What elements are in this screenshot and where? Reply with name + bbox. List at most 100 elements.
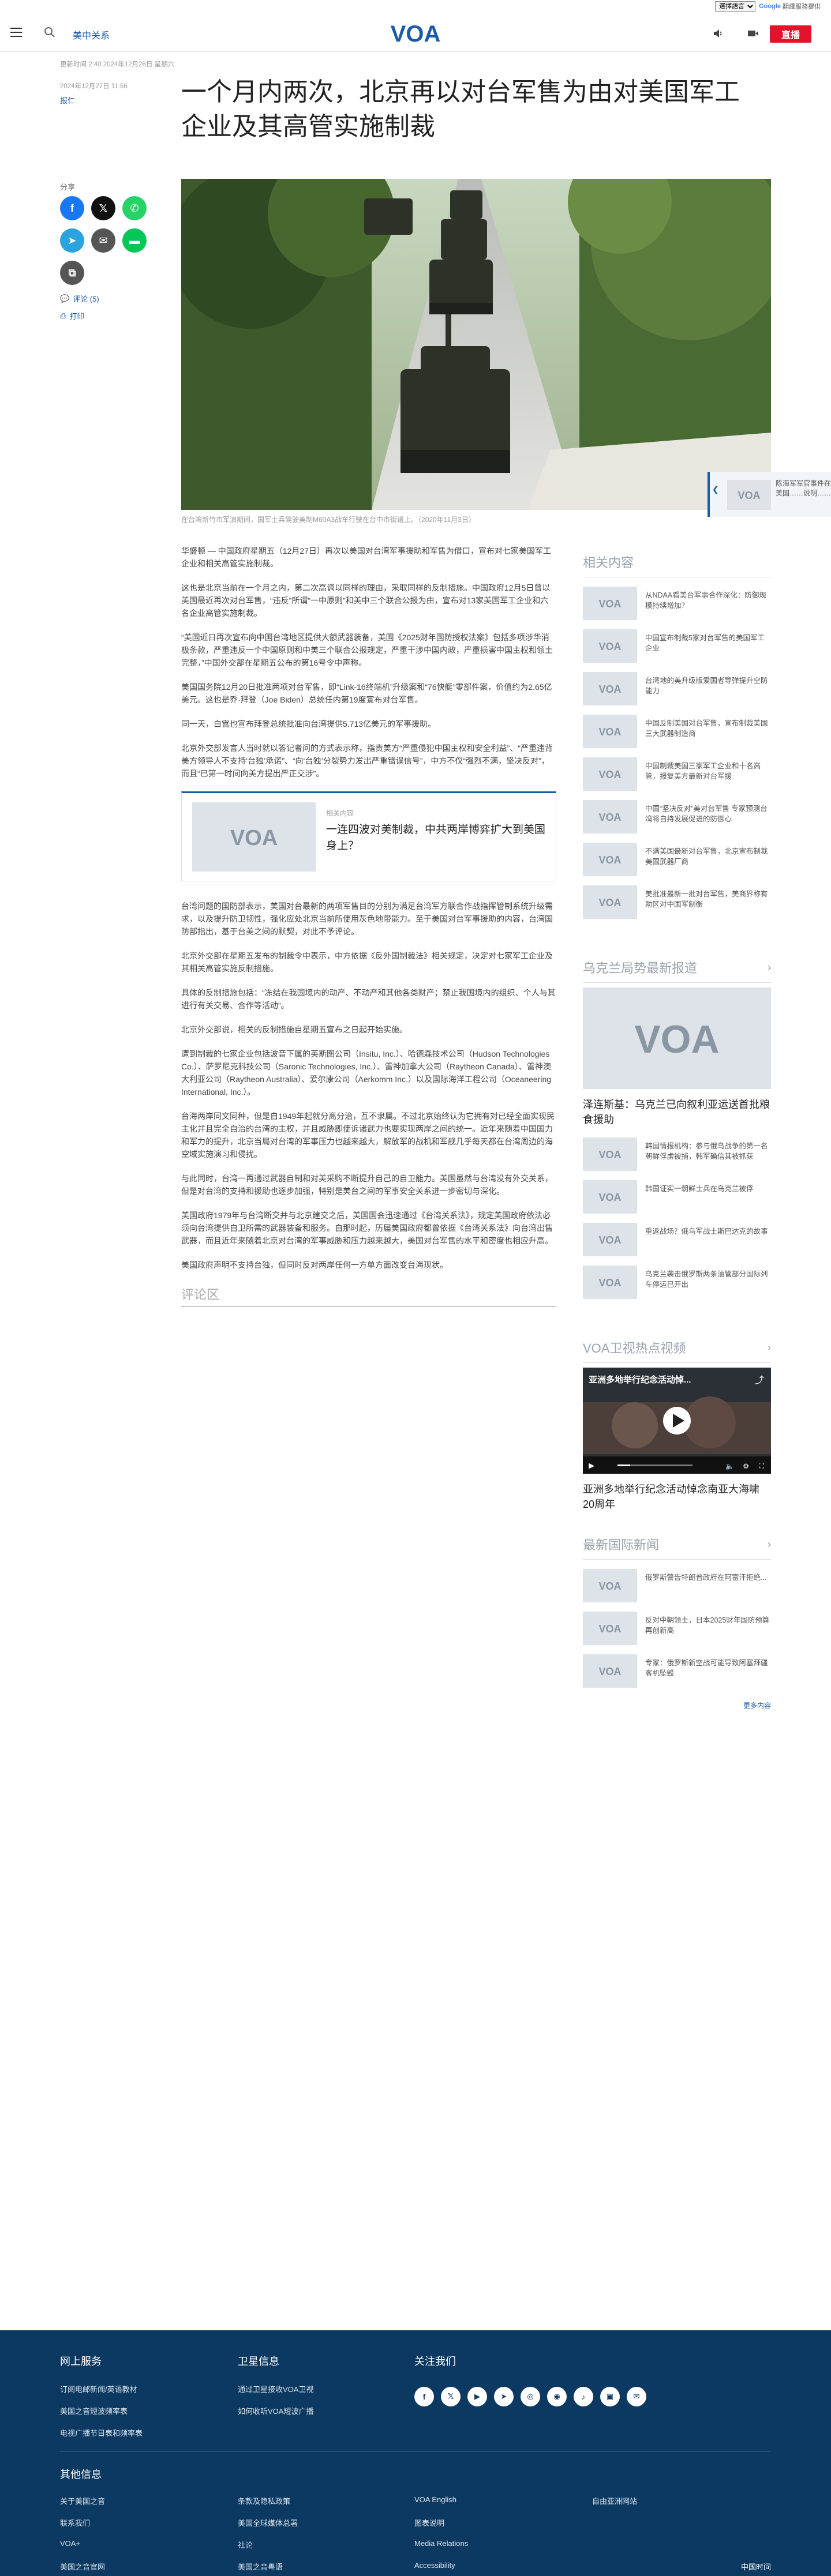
footer-link[interactable]: 订阅电邮新闻/英语教材 xyxy=(60,2383,137,2394)
item-title[interactable]: 俄罗斯警告特朗普政府在阿富汗拒绝... xyxy=(645,1569,766,1602)
footer-link[interactable]: Media Relations xyxy=(414,2539,468,2548)
footer-link[interactable]: 美国之音粤语 xyxy=(238,2561,283,2572)
list-item[interactable]: VOA 不满美国最新对台军售，北京宣布制裁美国武器厂商 xyxy=(583,838,771,881)
list-item[interactable]: VOA 中国反制美国对台军售，宣布制裁美国三大武器制造商 xyxy=(583,710,771,753)
footer-link[interactable]: Accessibility xyxy=(414,2561,455,2570)
instagram-icon[interactable]: ◎ xyxy=(521,2387,540,2406)
list-item[interactable]: VOA 专家：俄罗斯新空战可能导致阿塞拜疆客机坠毁 xyxy=(583,1650,771,1692)
comments-link[interactable]: 💬 评论 (5) xyxy=(60,293,99,304)
podcast-icon[interactable]: ♪ xyxy=(574,2387,593,2406)
item-title[interactable]: 重返战场？俄乌军战士斯巴达克的故事 xyxy=(645,1223,768,1256)
list-item[interactable]: VOA 俄罗斯警告特朗普政府在阿富汗拒绝... xyxy=(583,1564,771,1607)
footer-link[interactable]: VOA English xyxy=(414,2495,456,2504)
settings-icon[interactable]: ⚙ xyxy=(743,1462,749,1470)
item-title[interactable]: 美批准最新一批对台军售，美商界称有助区对中国军制衡 xyxy=(645,885,771,919)
footer-link[interactable]: 如何收听VOA短波广播 xyxy=(238,2405,313,2416)
article-paragraph: 北京外交部说，相关的反制措施自星期五宣布之日起开始实施。 xyxy=(181,1025,407,1034)
menu-icon[interactable] xyxy=(10,28,22,37)
author-tag[interactable]: 报仁 xyxy=(60,95,174,107)
item-title[interactable]: 中国反制美国对台军售，宣布制裁美国三大武器制造商 xyxy=(645,715,771,748)
fullscreen-icon[interactable]: ⛶ xyxy=(759,1462,764,1470)
hero-caption: 在台湾新竹市军演期间，国军士兵驾驶美制M60A3战车行驶在台中市街道上。（202… xyxy=(181,516,476,524)
facebook-icon[interactable]: f xyxy=(414,2387,434,2406)
youtube-icon[interactable]: ▶ xyxy=(467,2387,487,2406)
print-icon: ⎙ xyxy=(60,311,66,320)
language-select[interactable]: 選擇語言 xyxy=(715,1,756,12)
audio-icon[interactable] xyxy=(712,28,724,39)
telegram-icon[interactable]: ➤ xyxy=(60,228,84,253)
email-icon[interactable]: ✉ xyxy=(627,2387,646,2406)
footer-link[interactable]: 电视广播节目表和频率表 xyxy=(60,2427,143,2438)
video-heading[interactable]: VOA卫视热点视频 › xyxy=(583,1338,771,1363)
list-item[interactable]: VOA 韩国情报机构：参与俄乌战争的第一名朝鲜俘虏被捕，韩军确信其被抓获 xyxy=(583,1133,771,1176)
item-title[interactable]: 中国“坚决反对”美对台军售 专家预测台湾将自持发展促进的防御心 xyxy=(645,800,771,833)
volume-icon[interactable]: 🔈 xyxy=(725,1462,734,1470)
list-item[interactable]: VOA 中国“坚决反对”美对台军售 专家预测台湾将自持发展促进的防御心 xyxy=(583,795,771,838)
item-title[interactable]: 韩国情报机构：参与俄乌战争的第一名朝鲜俘虏被捕，韩军确信其被抓获 xyxy=(645,1137,771,1171)
item-thumbnail: VOA xyxy=(583,629,637,663)
facebook-icon[interactable]: f xyxy=(60,196,84,220)
footer-link[interactable]: 通过卫星接收VOA卫视 xyxy=(238,2383,313,2394)
item-title[interactable]: 乌克兰袭击俄罗斯两条油管部分国际列车停运已开出 xyxy=(645,1266,771,1299)
search-icon[interactable] xyxy=(44,27,55,38)
video-title[interactable]: 亚洲多地举行纪念活动悼念南亚大海啸20周年 xyxy=(583,1482,771,1512)
footer-link[interactable]: 联系我们 xyxy=(60,2517,90,2528)
footer-link[interactable]: 社论 xyxy=(238,2539,253,2550)
more-link[interactable]: 更多内容 xyxy=(583,1700,771,1710)
video-feature[interactable]: 亚洲多地举行纪念活动悼念南亚大海啸20周年 xyxy=(583,1482,771,1512)
footer-link[interactable]: 关于美国之音 xyxy=(60,2495,105,2506)
item-title[interactable]: 台湾地的美升级版爱国者导弹提升空防能力 xyxy=(645,672,771,705)
item-title[interactable]: 中国制裁美国三家军工企业和十名高管，报复美方最新对台军援 xyxy=(645,757,771,791)
item-title[interactable]: 不满美国最新对台军售，北京宣布制裁美国武器厂商 xyxy=(645,843,771,876)
list-item[interactable]: VOA 从NDAA看美台军事合作深化：防御规模持续增加？ xyxy=(583,582,771,625)
item-title[interactable]: 从NDAA看美台军事合作深化：防御规模持续增加？ xyxy=(645,587,771,620)
item-title[interactable]: 韩国证实一朝鲜士兵在乌克兰被俘 xyxy=(645,1180,754,1214)
print-link[interactable]: ⎙ 打印 xyxy=(60,310,84,321)
related-title[interactable]: 一连四波对美制裁，中共两岸博弈扩大到美国身上？ xyxy=(326,822,545,854)
arrow-left-icon[interactable]: ❮ xyxy=(712,485,719,494)
play-icon[interactable]: ▶ xyxy=(589,1461,594,1470)
x-icon[interactable]: 𝕏 xyxy=(91,196,115,220)
list-item[interactable]: VOA 中国宣布制裁5家对台军售的美国军工企业 xyxy=(583,625,771,667)
voa-logo[interactable]: VOA xyxy=(384,21,447,46)
footer-link[interactable]: VOA+ xyxy=(60,2539,80,2548)
list-item[interactable]: VOA 韩国证实一朝鲜士兵在乌克兰被俘 xyxy=(583,1176,771,1218)
section-link[interactable]: 美中关系 xyxy=(73,28,110,42)
footer-link[interactable]: 美国全球媒体总署 xyxy=(238,2517,298,2528)
video-player[interactable]: 亚洲多地举行纪念活动悼... ⤴ ▶ 🔈 ⚙ ⛶ xyxy=(583,1368,771,1474)
ukraine-heading[interactable]: 乌克兰局势最新报道 › xyxy=(583,958,771,983)
published-time: 2024年12月27日 11:56 xyxy=(60,83,128,90)
ukraine-feature[interactable]: VOA 泽连斯基：乌克兰已向叙利亚运送首批粮食援助 xyxy=(583,987,771,1127)
list-item[interactable]: VOA 重返战场？俄乌军战士斯巴达克的故事 xyxy=(583,1218,771,1261)
footer-link[interactable]: 图表说明 xyxy=(414,2517,444,2528)
live-button[interactable]: 直播 xyxy=(770,25,811,43)
list-item[interactable]: VOA 中国制裁美国三家军工企业和十名高管，报复美方最新对台军援 xyxy=(583,753,771,795)
share-icon[interactable]: ⤴ xyxy=(755,1372,764,1386)
item-title[interactable]: 专家：俄罗斯新空战可能导致阿塞拜疆客机坠毁 xyxy=(645,1654,771,1688)
item-title[interactable]: 中国宣布制裁5家对台军售的美国军工企业 xyxy=(645,629,771,663)
list-item[interactable]: VOA 台湾地的美升级版爱国者导弹提升空防能力 xyxy=(583,667,771,710)
inline-related-card[interactable]: VOA 相关内容 一连四波对美制裁，中共两岸博弈扩大到美国身上？ xyxy=(181,791,556,881)
feature-title[interactable]: 泽连斯基：乌克兰已向叙利亚运送首批粮食援助 xyxy=(583,1097,771,1127)
footer-link[interactable]: 美国之音短波频率表 xyxy=(60,2405,128,2416)
whatsapp-icon[interactable]: ✆ xyxy=(122,196,147,220)
video-icon[interactable] xyxy=(747,28,759,39)
footer-link[interactable]: 条款及隐私政策 xyxy=(238,2495,290,2506)
floating-related-card[interactable]: ❮ VOA 陈海军军官事件在美国……说明…… xyxy=(708,472,831,517)
x-icon[interactable]: 𝕏 xyxy=(441,2387,461,2406)
footer-link[interactable]: 自由亚洲网站 xyxy=(592,2495,637,2506)
rss-icon[interactable]: ◉ xyxy=(547,2387,567,2406)
svg-text:VOA: VOA xyxy=(598,1277,621,1288)
email-icon[interactable]: ✉ xyxy=(91,228,115,253)
article-paragraph: 具体的反制措施包括：“冻结在我国境内的动产、不动产和其他各类财产；禁止我国境内的… xyxy=(181,988,556,1010)
list-item[interactable]: VOA 反对中朝领土，日本2025财年国防预算再创新高 xyxy=(583,1607,771,1650)
news-heading[interactable]: 最新国际新闻 › xyxy=(583,1535,771,1560)
item-title[interactable]: 反对中朝领土，日本2025财年国防预算再创新高 xyxy=(645,1612,771,1645)
telegram-icon[interactable]: ➤ xyxy=(494,2387,514,2406)
list-item[interactable]: VOA 美批准最新一批对台军售，美商界称有助区对中国军制衡 xyxy=(583,881,771,923)
app-icon[interactable]: ▣ xyxy=(600,2387,620,2406)
footer-link[interactable]: 美国之音官网 xyxy=(60,2561,105,2572)
list-item[interactable]: VOA 乌克兰袭击俄罗斯两条油管部分国际列车停运已开出 xyxy=(583,1261,771,1304)
line-icon[interactable]: ▬ xyxy=(122,228,147,253)
copy-link-icon[interactable]: ⧉ xyxy=(60,261,84,285)
